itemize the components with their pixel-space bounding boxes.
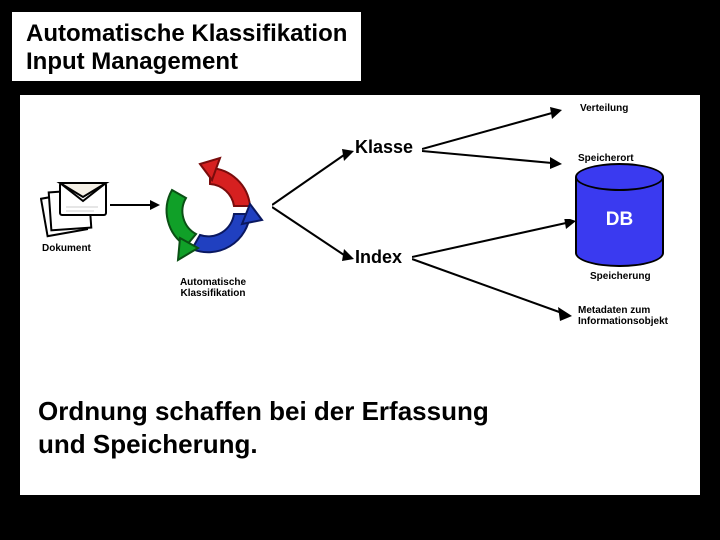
slide-title: Automatische Klassifikation Input Manage… bbox=[10, 10, 363, 83]
output-metadaten: Metadaten zum Informationsobjekt bbox=[578, 305, 668, 327]
branch-klasse-label: Klasse bbox=[355, 137, 413, 158]
diagram-canvas: Dokument Automatische Klassifikation Kla… bbox=[20, 95, 700, 495]
database-icon: DB bbox=[575, 165, 660, 265]
title-line-1: Automatische Klassifikation bbox=[26, 20, 347, 48]
document-icon bbox=[40, 175, 110, 235]
branch-index-label: Index bbox=[355, 247, 402, 268]
output-verteilung: Verteilung bbox=[580, 103, 628, 114]
index-outputs-arrows bbox=[412, 219, 592, 329]
classify-label: Automatische Klassifikation bbox=[168, 277, 258, 299]
db-label: DB bbox=[575, 209, 664, 231]
document-label: Dokument bbox=[42, 243, 91, 254]
klasse-outputs-arrows bbox=[422, 103, 572, 193]
db-caption: Speicherung bbox=[590, 271, 651, 282]
title-line-2: Input Management bbox=[26, 48, 347, 76]
branch-arrows bbox=[272, 145, 362, 265]
slide-caption: Ordnung schaffen bei der Erfassung und S… bbox=[38, 395, 489, 460]
recycle-icon bbox=[150, 150, 270, 270]
